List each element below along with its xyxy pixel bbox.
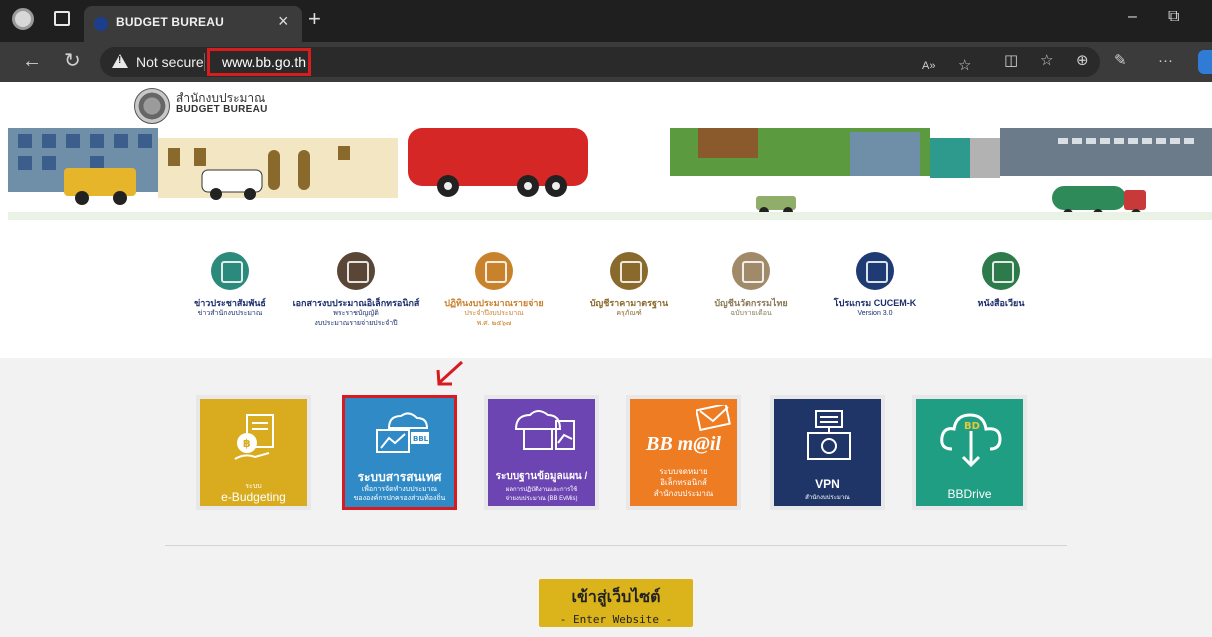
envelope-icon (982, 252, 1020, 290)
tile-title: BB m@il (646, 433, 721, 455)
refresh-icon[interactable]: ↻ (64, 50, 81, 72)
quick-link-title: บัญชีราคามาตรฐาน (589, 298, 669, 308)
svg-text:BD: BD (964, 421, 980, 432)
copilot-icon[interactable] (1198, 50, 1212, 74)
new-tab-button[interactable]: + (308, 8, 321, 30)
tab-budget-bureau[interactable]: BUDGET BUREAU × (84, 6, 302, 42)
city-banner-illustration (8, 128, 1212, 220)
tile-title: e-Budgeting (221, 490, 286, 504)
quick-link-title: เอกสารงบประมาณอิเล็กทรอนิกส์ (292, 298, 420, 308)
tile-title: BBDrive (947, 487, 992, 501)
quick-link-thai-innovation[interactable]: บัญชีนวัตกรรมไทย ฉบับรายเดือน (686, 252, 816, 319)
quick-link-subtitle: พระราชบัญญัติ (333, 310, 379, 317)
tile-title: ระบบฐานข้อมูลแผน / (495, 471, 588, 482)
back-arrow-icon[interactable]: ← (22, 50, 42, 72)
svg-text:BBL: BBL (413, 435, 429, 443)
tile-subtitle: สำนักงบประมาณ (805, 495, 850, 501)
quick-link-detail: พ.ศ. ๒๕๖๗ (476, 320, 512, 327)
computer-icon (856, 252, 894, 290)
cloud-chart-icon: BBL (376, 412, 429, 453)
quick-link-budget-calendar[interactable]: ปฏิทินงบประมาณรายจ่าย ประจำปีงบประมาณ พ.… (429, 252, 559, 329)
document-icon (732, 252, 770, 290)
page-content: สำนักงบประมาณ BUDGET BUREAU ข่าวประชาสัม… (0, 82, 1212, 637)
vpn-computer-icon (807, 410, 851, 460)
separator (204, 53, 205, 71)
browser-tab-bar: BUDGET BUREAU × + – ⧉ (0, 0, 1212, 42)
budget-bureau-seal-icon[interactable] (134, 88, 170, 124)
news-icon (211, 252, 249, 290)
envelope-icon (696, 405, 731, 431)
quick-link-title: ข่าวประชาสัมพันธ์ (194, 298, 266, 308)
bb-mail-tile[interactable]: BB m@il ระบบจดหมาย อิเล็กทรอนิกส์ สำนักง… (626, 395, 741, 510)
profile-icon[interactable] (12, 8, 34, 30)
tile-detail: จ่ายงบประมาณ (BB EvMis) (505, 496, 578, 502)
security-status[interactable]: Not secure (136, 54, 204, 70)
favorites-icon[interactable]: ☆ (1040, 52, 1053, 70)
bbdrive-tile[interactable]: BD BBDrive (912, 395, 1027, 510)
calendar-icon (475, 252, 513, 290)
close-tab-icon[interactable]: × (278, 12, 289, 30)
tile-detail: ขององค์กรปกครองส่วนท้องถิ่น (353, 495, 446, 502)
extensions-icon[interactable]: ✎ (1114, 52, 1127, 70)
enter-website-thai-label: เข้าสู่เว็บไซต์ (571, 589, 661, 606)
cloud-download-icon: BD (940, 413, 1002, 468)
bb-evmis-tile[interactable]: ระบบฐานข้อมูลแผน / ผลการปฏิบัติงานและการ… (484, 395, 599, 510)
url-text[interactable]: www.bb.go.th (222, 54, 306, 70)
emblem-icon (337, 252, 375, 290)
quick-link-subtitle: ประจำปีงบประมาณ (464, 310, 524, 317)
quick-link-circulars[interactable]: หนังสือเวียน (936, 252, 1066, 309)
favicon-icon (94, 17, 108, 31)
e-budgeting-tile[interactable]: ฿ ระบบ e-Budgeting (196, 395, 311, 510)
read-aloud-icon[interactable]: A» (922, 57, 935, 75)
money-document-icon: ฿ (234, 414, 274, 460)
url-highlight: www.bb.go.th (207, 48, 311, 76)
restore-button[interactable]: ⧉ (1168, 8, 1179, 26)
cloud-report-icon (514, 410, 575, 450)
browser-toolbar: ← ↻ Not secure www.bb.go.th A» ☆ ◫ ☆ ⊕ ✎… (0, 42, 1212, 82)
enter-website-button[interactable]: เข้าสู่เว็บไซต์ - Enter Website - (539, 579, 693, 627)
calculator-icon (610, 252, 648, 290)
collections-icon[interactable]: ⊕ (1076, 52, 1089, 70)
red-arrow-icon (436, 360, 464, 386)
quick-link-subtitle: Version 3.0 (857, 310, 893, 317)
minimize-button[interactable]: – (1128, 8, 1137, 26)
quick-link-news[interactable]: ข่าวประชาสัมพันธ์ ข่าวสำนักงบประมาณ (165, 252, 295, 319)
favorite-star-icon[interactable]: ☆ (958, 57, 971, 75)
quick-link-subtitle: ข่าวสำนักงบประมาณ (197, 310, 263, 317)
enter-website-english-label: - Enter Website - (559, 613, 673, 626)
more-menu-icon[interactable]: ··· (1158, 52, 1173, 70)
tile-detail-2: สำนักงบประมาณ (653, 489, 714, 498)
quick-link-subtitle: ฉบับรายเดือน (730, 310, 772, 317)
quick-link-title: บัญชีนวัตกรรมไทย (714, 298, 788, 308)
vpn-tile[interactable]: VPN สำนักงบประมาณ (770, 395, 885, 510)
quick-link-title: โปรแกรม CUCEM-K (833, 298, 917, 308)
warning-icon (112, 54, 128, 68)
quick-link-price-standards[interactable]: บัญชีราคามาตรฐาน ครุภัณฑ์ (564, 252, 694, 319)
quick-link-cucem-k[interactable]: โปรแกรม CUCEM-K Version 3.0 (810, 252, 940, 319)
quick-link-budget-documents[interactable]: เอกสารงบประมาณอิเล็กทรอนิกส์ พระราชบัญญั… (291, 252, 421, 329)
tab-actions-icon[interactable] (54, 11, 70, 26)
quick-link-title: ปฏิทินงบประมาณรายจ่าย (444, 298, 544, 308)
quick-link-title: หนังสือเวียน (977, 298, 1025, 308)
tab-title: BUDGET BUREAU (116, 15, 224, 29)
logo-english-text[interactable]: BUDGET BUREAU (176, 104, 268, 115)
tile-title: VPN (815, 477, 840, 491)
section-divider (165, 545, 1067, 546)
svg-text:฿: ฿ (243, 437, 251, 450)
split-screen-icon[interactable]: ◫ (1004, 52, 1018, 70)
quick-link-detail: งบประมาณรายจ่ายประจำปี (314, 320, 398, 327)
quick-link-subtitle: ครุภัณฑ์ (616, 310, 642, 317)
address-bar[interactable]: Not secure www.bb.go.th A» ☆ (100, 47, 1100, 77)
local-government-info-system-tile[interactable]: BBL ระบบสารสนเทศ เพื่อการจัดทำงบประมาณ ข… (342, 395, 457, 510)
